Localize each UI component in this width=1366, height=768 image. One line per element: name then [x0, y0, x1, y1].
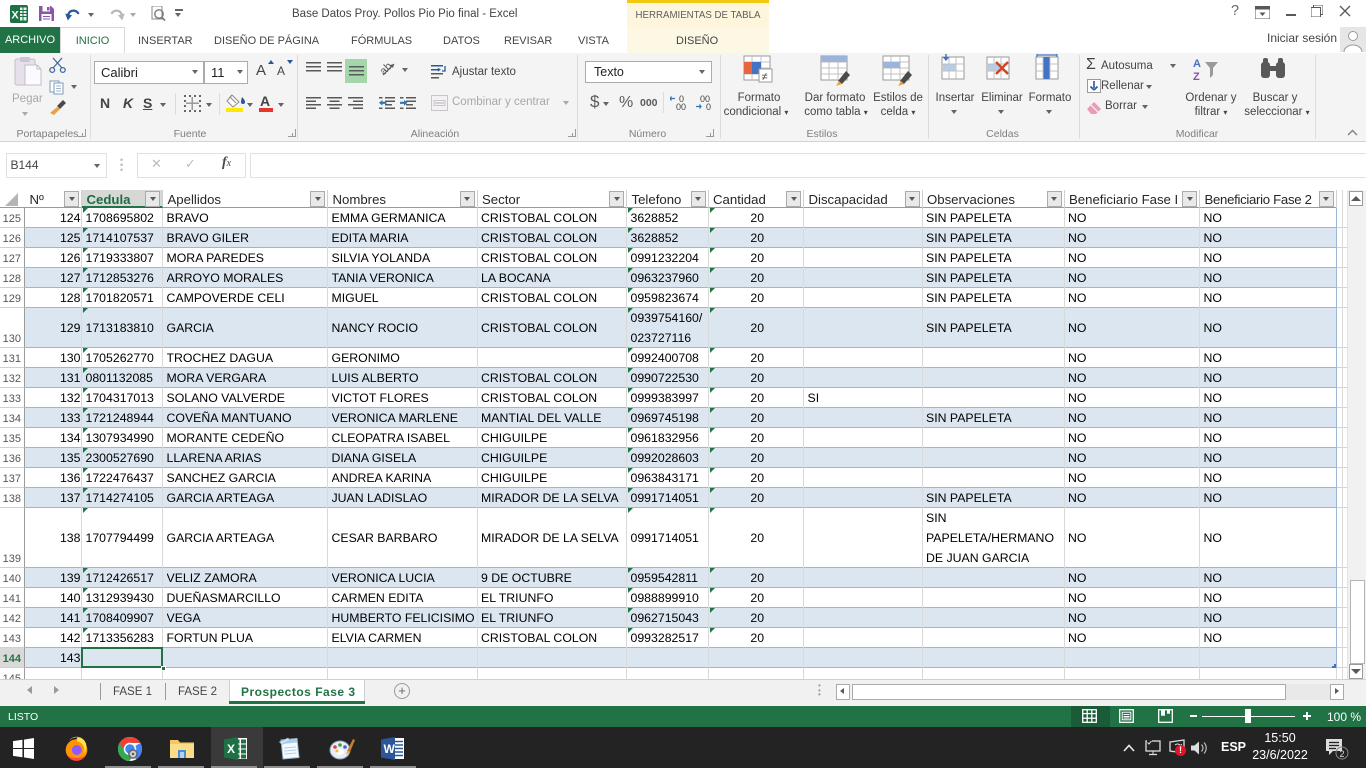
svg-text:X: X [11, 10, 19, 22]
svg-text:X: X [227, 742, 235, 756]
svg-text:Z: Z [1193, 71, 1200, 83]
svg-text:2: 2 [1340, 749, 1345, 759]
svg-text:0: 0 [706, 102, 711, 111]
svg-text:ab: ab [380, 60, 395, 77]
svg-text:00: 00 [676, 102, 686, 111]
svg-text:≠: ≠ [762, 71, 768, 83]
svg-text:W: W [384, 742, 396, 756]
svg-text:A: A [1193, 58, 1201, 70]
